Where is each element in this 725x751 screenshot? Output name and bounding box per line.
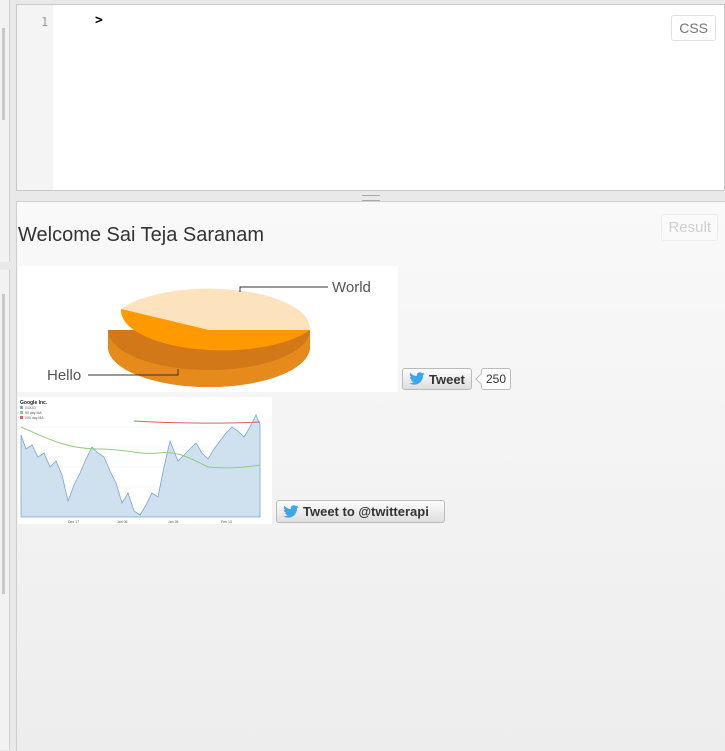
pie-label-world: World [332,279,371,296]
pie-3d [108,288,311,387]
stock-legend-ma200: 200 day MA [25,416,44,420]
pie-label-hello: Hello [47,367,81,384]
welcome-heading: Welcome Sai Teja Saranam [18,224,265,246]
stock-ma200-line [133,420,261,424]
stock-price-area [20,414,261,518]
left-panel-strip-top [0,0,10,262]
twitter-bird-icon [409,372,425,385]
tweet-count-badge: 250 [481,368,512,390]
tweet-to-button[interactable]: Tweet to @twitterapi [276,500,445,523]
tweet-button-label: Tweet [429,371,465,387]
result-pane: Result Welcome Sai Teja Saranam World He… [16,201,725,751]
css-pane-label: CSS [671,15,716,41]
stock-x-tick: Feb 13 [221,520,232,524]
stock-chart-image: Google Inc. GOOG 50 day MA 200 day MA De… [18,397,272,524]
line-number: 1 [41,15,49,29]
editor-gutter: 1 [17,5,53,190]
left-panel-strip-bottom [0,270,10,750]
stock-legend-goog: GOOG [25,406,36,410]
result-pane-label: Result [661,214,718,241]
tweet-button[interactable]: Tweet [402,368,472,390]
code-line[interactable]: > [95,13,103,28]
stock-x-tick: Jan 06 [117,520,128,524]
stock-x-tick: Jan 26 [168,520,179,524]
tweet-count-value: 250 [486,372,507,386]
stock-x-tick: Dec 17 [68,520,79,524]
pie-chart-image: World Hello [18,266,398,392]
twitter-bird-icon [283,504,299,518]
stock-legend-ma50: 50 day MA [25,411,42,415]
css-editor-pane[interactable]: 1 > CSS [16,4,725,191]
tweet-to-button-label: Tweet to @twitterapi [303,504,429,519]
